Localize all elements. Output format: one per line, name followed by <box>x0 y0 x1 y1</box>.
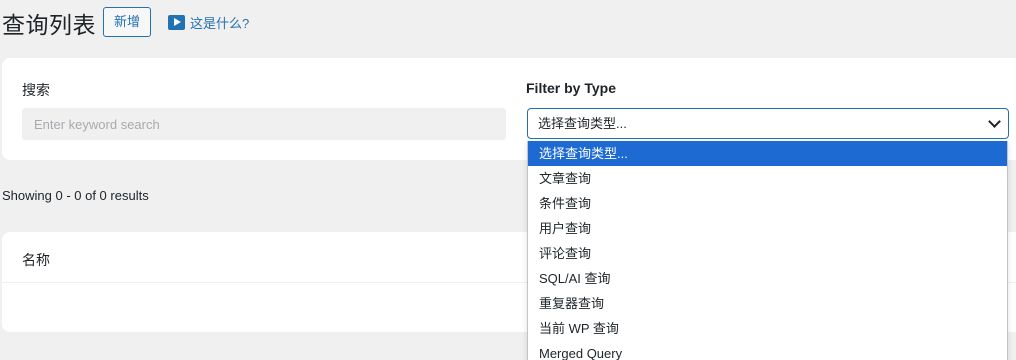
type-filter-select[interactable]: 选择查询类型... <box>527 108 1009 139</box>
dropdown-option-current-wp-query[interactable]: 当前 WP 查询 <box>528 316 1007 341</box>
search-label: 搜索 <box>22 82 50 98</box>
dropdown-option-comment-query[interactable]: 评论查询 <box>528 241 1007 266</box>
column-header-name[interactable]: 名称 <box>22 250 50 270</box>
add-new-button[interactable]: 新增 <box>103 7 151 37</box>
dropdown-option-term-query[interactable]: 条件查询 <box>528 191 1007 216</box>
help-link-label: 这是什么? <box>190 15 250 31</box>
help-video-link[interactable]: 这是什么? <box>168 12 249 32</box>
dropdown-option-repeater-query[interactable]: 重复器查询 <box>528 291 1007 316</box>
play-icon <box>168 14 185 30</box>
type-dropdown-list: 选择查询类型... 文章查询 条件查询 用户查询 评论查询 SQL/AI 查询 … <box>527 141 1008 360</box>
chevron-down-icon <box>988 115 1001 128</box>
results-count: Showing 0 - 0 of 0 results <box>2 188 149 203</box>
type-filter-label: Filter by Type <box>526 80 616 96</box>
search-input[interactable] <box>22 108 506 140</box>
page-title: 查询列表 <box>2 13 96 39</box>
type-filter-value: 选择查询类型... <box>538 116 627 131</box>
dropdown-option-placeholder[interactable]: 选择查询类型... <box>528 141 1007 166</box>
dropdown-option-merged-query[interactable]: Merged Query <box>528 341 1007 360</box>
page-header: 查询列表 新增 这是什么? <box>0 0 1016 44</box>
dropdown-option-sql-ai-query[interactable]: SQL/AI 查询 <box>528 266 1007 291</box>
dropdown-option-post-query[interactable]: 文章查询 <box>528 166 1007 191</box>
dropdown-option-user-query[interactable]: 用户查询 <box>528 216 1007 241</box>
